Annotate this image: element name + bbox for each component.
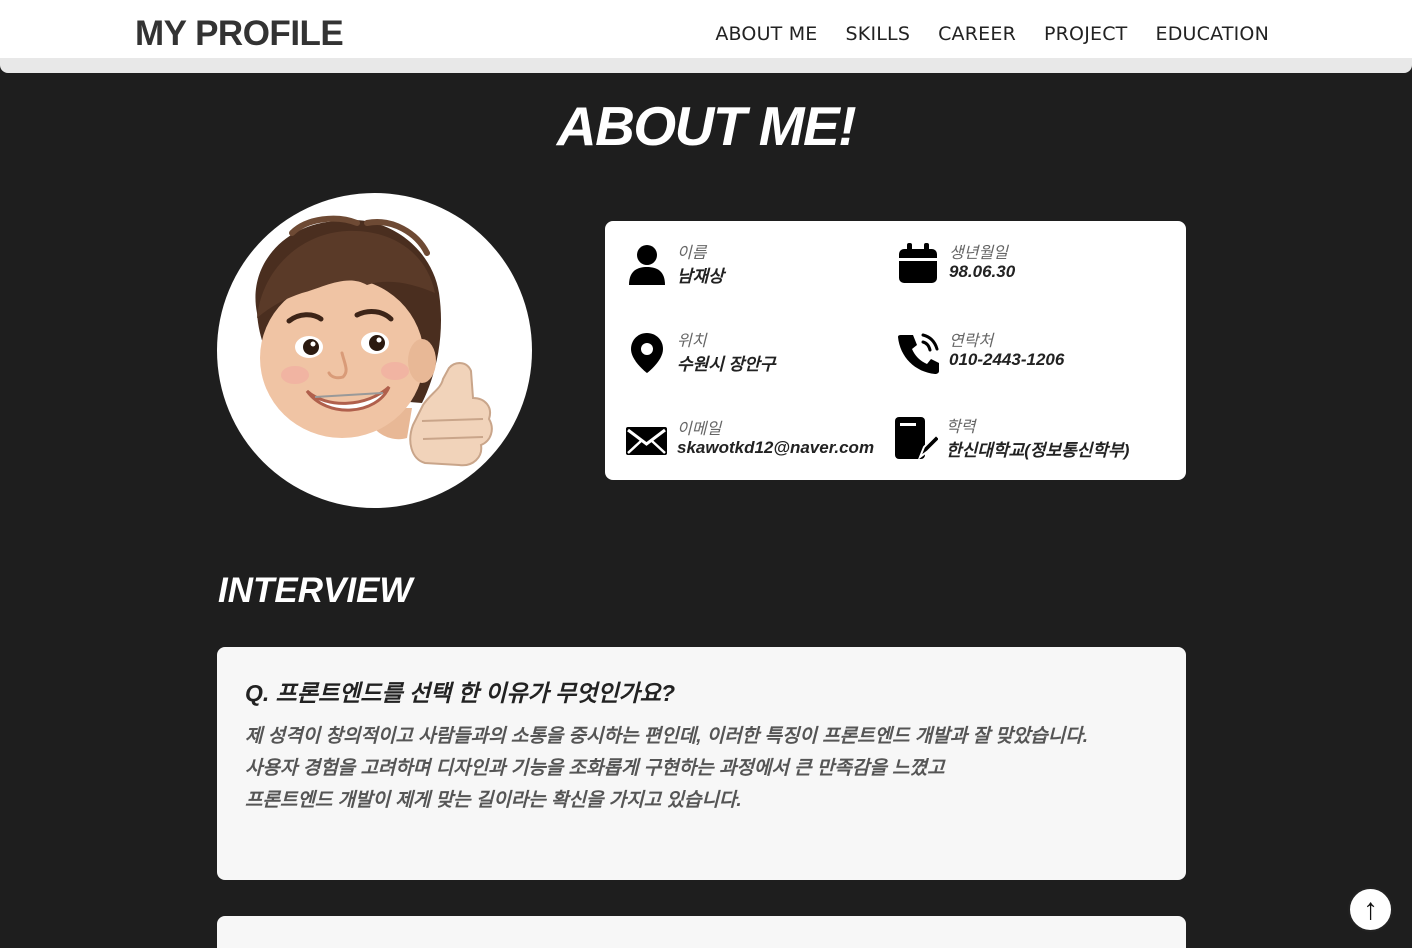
interview-title: INTERVIEW xyxy=(218,571,413,610)
answer-line: 프론트엔드 개발이 제게 맞는 길이라는 확신을 가지고 있습니다. xyxy=(245,790,742,811)
main-nav: ABOUT ME SKILLS CAREER PROJECT EDUCATION xyxy=(715,20,1269,48)
header: MY PROFILE ABOUT ME SKILLS CAREER PROJEC… xyxy=(0,0,1412,73)
info-label-name: 이름 xyxy=(677,245,707,262)
scroll-top-button[interactable]: ↑ xyxy=(1348,887,1393,932)
site-logo[interactable]: MY PROFILE xyxy=(135,14,344,54)
interview-card: Q. 프론트엔드를 선택 한 이유가 무엇인가요? 제 성격이 창의적이고 사람… xyxy=(217,647,1186,880)
phone-icon xyxy=(898,333,939,374)
info-value-email[interactable]: skawotkd12@naver.com xyxy=(677,438,874,458)
interview-card-next xyxy=(217,916,1186,948)
nav-about-me[interactable]: ABOUT ME xyxy=(715,20,817,48)
avatar xyxy=(217,193,532,508)
nav-education[interactable]: EDUCATION xyxy=(1155,20,1269,48)
nav-project[interactable]: PROJECT xyxy=(1044,20,1128,48)
answer-line: 사용자 경험을 고려하며 디자인과 기능을 조화롭게 구현하는 과정에서 큰 만… xyxy=(245,758,945,779)
page-title: ABOUT ME! xyxy=(556,95,857,157)
mail-icon xyxy=(626,427,667,455)
calendar-icon xyxy=(899,243,937,283)
info-value-education: 한신대학교(정보통신학부) xyxy=(946,441,1130,460)
nav-skills[interactable]: SKILLS xyxy=(846,20,911,48)
info-label-email: 이메일 xyxy=(677,421,722,438)
nav-career[interactable]: CAREER xyxy=(938,20,1016,48)
info-label-education: 학력 xyxy=(946,419,976,436)
header-bar: MY PROFILE ABOUT ME SKILLS CAREER PROJEC… xyxy=(0,0,1412,58)
info-label-birth: 생년월일 xyxy=(949,245,1008,262)
interview-answer: 제 성격이 창의적이고 사람들과의 소통을 중시하는 편인데, 이러한 특징이 … xyxy=(245,721,1158,817)
info-value-location: 수원시 장안구 xyxy=(677,355,776,374)
info-value-phone[interactable]: 010-2443-1206 xyxy=(949,350,1064,370)
info-value-name: 남재상 xyxy=(677,267,724,286)
info-label-location: 위치 xyxy=(677,333,707,350)
avatar-memoji-icon xyxy=(255,215,493,467)
document-edit-icon xyxy=(895,417,938,460)
interview-question: Q. 프론트엔드를 선택 한 이유가 무엇인가요? xyxy=(245,680,676,706)
info-label-phone: 연락처 xyxy=(949,333,994,350)
answer-line: 제 성격이 창의적이고 사람들과의 소통을 중시하는 편인데, 이러한 특징이 … xyxy=(245,726,1089,747)
location-pin-icon xyxy=(631,333,663,373)
profile-info-card: 이름 남재상 생년월일 98.06.30 위치 수원시 장안구 연락처 010-… xyxy=(605,221,1186,480)
info-value-birth: 98.06.30 xyxy=(949,262,1016,281)
person-icon xyxy=(629,245,665,285)
